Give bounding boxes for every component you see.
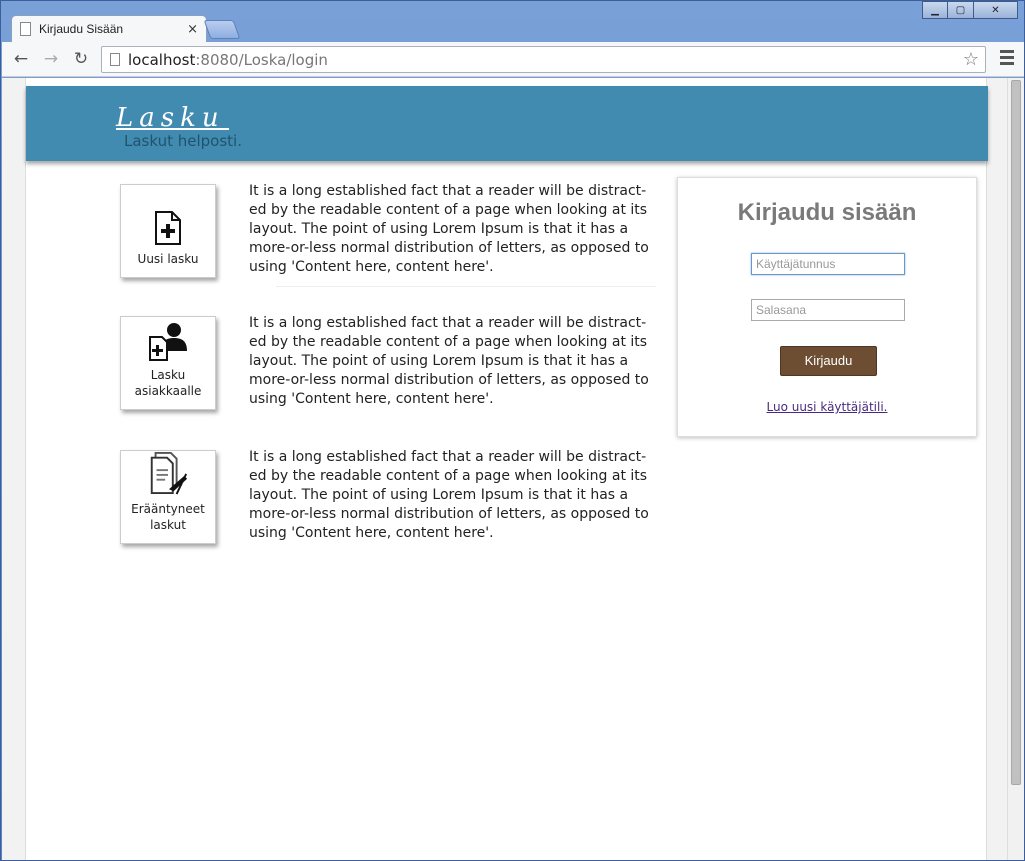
feature-description: It is a long established fact that a rea…: [249, 315, 649, 407]
overdue-invoices-icon: [150, 451, 188, 495]
minimize-button[interactable]: ▁: [922, 1, 948, 19]
bookmark-star-icon[interactable]: ☆: [963, 49, 979, 70]
customer-invoice-tile[interactable]: Lasku asiakkaalle: [120, 316, 216, 410]
address-bar[interactable]: localhost:8080/Loska/login ☆: [101, 46, 986, 73]
new-invoice-tile[interactable]: Uusi lasku: [120, 184, 216, 278]
login-panel: Kirjaudu sisään Kirjaudu Luo uusi käyttä…: [677, 177, 977, 437]
new-tab-button[interactable]: [203, 20, 241, 39]
window-controls: ▁ ▢ ✕: [922, 1, 1018, 19]
site-tagline: Laskut helposti.: [124, 132, 242, 150]
new-invoice-icon: [155, 211, 181, 245]
page-content: Lasku Laskut helposti. Uusi lasku It is …: [25, 78, 988, 860]
register-link[interactable]: Luo uusi käyttäjätili.: [678, 400, 976, 414]
browser-toolbar: ← → ↻ localhost:8080/Loska/login ☆: [2, 42, 1024, 77]
feature-description: It is a long established fact that a rea…: [249, 183, 649, 275]
close-window-button[interactable]: ✕: [974, 1, 1018, 19]
feature-description: It is a long established fact that a rea…: [249, 449, 649, 541]
customer-invoice-icon: [149, 323, 187, 361]
back-button[interactable]: ←: [10, 49, 32, 69]
maximize-button[interactable]: ▢: [948, 1, 974, 19]
divider: [276, 286, 656, 287]
browser-window: Kirjaudu Sisään × ▁ ▢ ✕ ← → ↻ localhost:…: [0, 0, 1025, 861]
login-title: Kirjaudu sisään: [737, 199, 917, 226]
page-viewport: Lasku Laskut helposti. Uusi lasku It is …: [2, 78, 1024, 860]
menu-icon[interactable]: [1000, 50, 1014, 68]
url-host: localhost: [128, 50, 196, 69]
reload-button[interactable]: ↻: [70, 49, 92, 69]
url-path: :8080/Loska/login: [195, 50, 328, 69]
overdue-invoices-tile[interactable]: Erääntyneet laskut: [120, 450, 216, 544]
tab-close-icon[interactable]: ×: [187, 22, 198, 37]
vertical-scrollbar[interactable]: [1007, 78, 1024, 860]
tile-label: Erääntyneet laskut: [131, 502, 205, 532]
browser-tab[interactable]: Kirjaudu Sisään ×: [11, 15, 207, 42]
username-input[interactable]: [751, 253, 905, 275]
page-icon: [20, 22, 31, 36]
scrollbar-thumb[interactable]: [1011, 80, 1021, 785]
tile-label: Lasku asiakkaalle: [134, 368, 202, 398]
title-bar: Kirjaudu Sisään × ▁ ▢ ✕: [1, 1, 1024, 42]
page-icon: [110, 53, 120, 66]
site-header: Lasku Laskut helposti.: [26, 86, 988, 161]
site-logo[interactable]: Lasku: [116, 105, 229, 131]
password-input[interactable]: [751, 299, 905, 321]
tile-label: Uusi lasku: [137, 252, 199, 266]
tab-title: Kirjaudu Sisään: [39, 22, 124, 36]
forward-button[interactable]: →: [40, 49, 62, 69]
login-button[interactable]: Kirjaudu: [780, 346, 877, 376]
